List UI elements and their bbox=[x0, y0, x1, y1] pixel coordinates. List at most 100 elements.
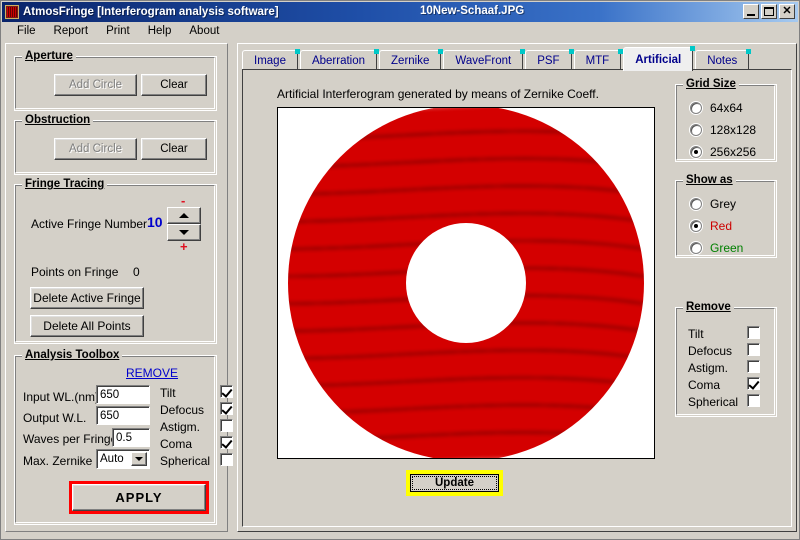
left-tools-panel: Aperture Add Circle Clear Obstruction Ad… bbox=[5, 43, 233, 532]
interferogram-frame bbox=[277, 107, 655, 459]
obstruction-add-circle-button[interactable]: Add Circle bbox=[54, 138, 137, 160]
tab-aberration-label: Aberration bbox=[311, 55, 366, 67]
tab-mtf[interactable]: MTF bbox=[573, 49, 624, 71]
stepper-up-icon[interactable] bbox=[167, 207, 201, 224]
open-file-title: 10New-Schaaf.JPG bbox=[420, 5, 525, 17]
remove-astigm-checkbox[interactable] bbox=[220, 419, 233, 432]
artificial-remove-spherical-label: Spherical bbox=[688, 395, 739, 409]
obstruction-group: Obstruction Add Circle Clear bbox=[14, 114, 217, 175]
tab-artificial[interactable]: Artificial bbox=[623, 46, 696, 71]
tab-psf-label: PSF bbox=[537, 55, 560, 67]
aperture-clear-button[interactable]: Clear bbox=[141, 74, 207, 96]
menu-item-help[interactable]: Help bbox=[139, 24, 181, 38]
tab-image[interactable]: Image bbox=[242, 49, 300, 71]
tab-notes-label: Notes bbox=[707, 55, 738, 67]
app-icon bbox=[5, 5, 19, 19]
tab-artificial-label: Artificial bbox=[635, 53, 682, 66]
waves-per-fringe-field[interactable]: 0.5 bbox=[112, 428, 150, 447]
show-as-group-title: Show as bbox=[683, 174, 736, 186]
tab-strip: Image Aberration Zernike WaveFront PSF M… bbox=[242, 46, 752, 71]
aperture-group-title: Aperture bbox=[22, 50, 76, 62]
active-fringe-number-value: 10 bbox=[147, 214, 163, 230]
tab-zernike-label: Zernike bbox=[391, 55, 430, 67]
artificial-remove-defocus-label: Defocus bbox=[688, 344, 733, 358]
artificial-interferogram bbox=[278, 108, 654, 458]
grid-size-256-radio[interactable] bbox=[690, 146, 702, 158]
remove-coma-checkbox[interactable] bbox=[220, 436, 233, 449]
menu-item-file[interactable]: File bbox=[8, 24, 45, 38]
stepper-minus-label: - bbox=[181, 193, 186, 208]
delete-all-points-button[interactable]: Delete All Points bbox=[30, 315, 144, 337]
output-wl-field[interactable]: 650 bbox=[96, 406, 150, 425]
artificial-remove-defocus-checkbox[interactable] bbox=[747, 343, 760, 356]
artificial-remove-spherical-checkbox[interactable] bbox=[747, 394, 760, 407]
tab-wavefront-label: WaveFront bbox=[455, 55, 512, 67]
artificial-remove-astigm-checkbox[interactable] bbox=[747, 360, 760, 373]
tab-mtf-label: MTF bbox=[585, 55, 610, 67]
application-window: AtmosFringe [Interferogram analysis soft… bbox=[0, 0, 800, 540]
show-as-red-label: Red bbox=[710, 219, 733, 233]
grid-size-128-label: 128x128 bbox=[710, 123, 757, 137]
points-on-fringe-value: 0 bbox=[133, 265, 140, 279]
minimize-icon[interactable] bbox=[743, 4, 759, 19]
grid-size-128-radio[interactable] bbox=[690, 124, 702, 136]
aperture-group: Aperture Add Circle Clear bbox=[14, 50, 217, 111]
window-title: AtmosFringe [Interferogram analysis soft… bbox=[23, 6, 279, 18]
analysis-toolbox-group-title: Analysis Toolbox bbox=[22, 349, 123, 361]
apply-highlight: APPLY bbox=[69, 481, 209, 514]
remove-coma-label: Coma bbox=[160, 437, 193, 451]
artificial-remove-tilt-checkbox[interactable] bbox=[747, 326, 760, 339]
remove-tilt-checkbox[interactable] bbox=[220, 385, 233, 398]
remove-link[interactable]: REMOVE bbox=[126, 366, 178, 380]
grid-size-group-title: Grid Size bbox=[683, 78, 739, 90]
show-as-green-radio[interactable] bbox=[690, 242, 702, 254]
tab-wavefront[interactable]: WaveFront bbox=[443, 49, 526, 71]
apply-button[interactable]: APPLY bbox=[72, 484, 206, 511]
grid-size-64-radio[interactable] bbox=[690, 102, 702, 114]
artificial-remove-coma-label: Coma bbox=[688, 378, 721, 392]
points-on-fringe-label: Points on Fringe bbox=[31, 265, 119, 279]
stepper-plus-label: + bbox=[180, 239, 188, 254]
remove-spherical-checkbox[interactable] bbox=[220, 453, 233, 466]
window-controls: ✕ bbox=[743, 4, 795, 19]
tab-container: Image Aberration Zernike WaveFront PSF M… bbox=[237, 43, 797, 532]
aperture-add-circle-button[interactable]: Add Circle bbox=[54, 74, 137, 96]
update-button[interactable]: Update bbox=[410, 474, 499, 492]
obstruction-clear-button[interactable]: Clear bbox=[141, 138, 207, 160]
tab-notes[interactable]: Notes bbox=[695, 49, 752, 71]
tab-image-label: Image bbox=[254, 55, 286, 67]
waves-per-fringe-label: Waves per Fringe bbox=[23, 432, 118, 446]
menu-item-about[interactable]: About bbox=[180, 24, 228, 38]
delete-active-fringe-button[interactable]: Delete Active Fringe bbox=[30, 287, 144, 309]
show-as-grey-radio[interactable] bbox=[690, 198, 702, 210]
maximize-icon[interactable] bbox=[761, 4, 777, 19]
input-wl-field[interactable]: 650 bbox=[96, 385, 150, 404]
active-fringe-stepper[interactable]: - + bbox=[167, 194, 201, 253]
artificial-remove-tilt-label: Tilt bbox=[688, 327, 704, 341]
remove-defocus-label: Defocus bbox=[160, 403, 205, 417]
output-wl-label: Output W.L. bbox=[23, 411, 87, 425]
title-bar: AtmosFringe [Interferogram analysis soft… bbox=[2, 2, 798, 22]
artificial-remove-group-title: Remove bbox=[683, 301, 734, 313]
update-button-focus-ring: Update bbox=[406, 470, 503, 496]
tab-nub-icon bbox=[568, 49, 574, 54]
obstruction-group-title: Obstruction bbox=[22, 114, 94, 126]
fringe-tracing-group-title: Fringe Tracing bbox=[22, 178, 108, 190]
active-fringe-number-label: Active Fringe Number bbox=[31, 217, 148, 231]
show-as-red-radio[interactable] bbox=[690, 220, 702, 232]
tab-zernike[interactable]: Zernike bbox=[379, 49, 444, 71]
remove-tilt-label: Tilt bbox=[160, 386, 176, 400]
close-icon[interactable]: ✕ bbox=[779, 4, 795, 19]
menu-item-print[interactable]: Print bbox=[97, 24, 139, 38]
chevron-down-icon[interactable] bbox=[131, 452, 147, 466]
max-zernike-select[interactable]: Auto bbox=[96, 449, 150, 469]
tab-panel-artificial: Artificial Interferogram generated by me… bbox=[242, 69, 792, 527]
tab-aberration[interactable]: Aberration bbox=[299, 49, 380, 71]
tab-nub-icon bbox=[690, 46, 696, 51]
menu-item-report[interactable]: Report bbox=[45, 24, 98, 38]
artificial-remove-coma-checkbox[interactable] bbox=[747, 377, 760, 390]
remove-defocus-checkbox[interactable] bbox=[220, 402, 233, 415]
tab-psf[interactable]: PSF bbox=[525, 49, 574, 71]
grid-size-256-label: 256x256 bbox=[710, 145, 757, 159]
menu-bar: File Report Print Help About bbox=[2, 22, 798, 40]
